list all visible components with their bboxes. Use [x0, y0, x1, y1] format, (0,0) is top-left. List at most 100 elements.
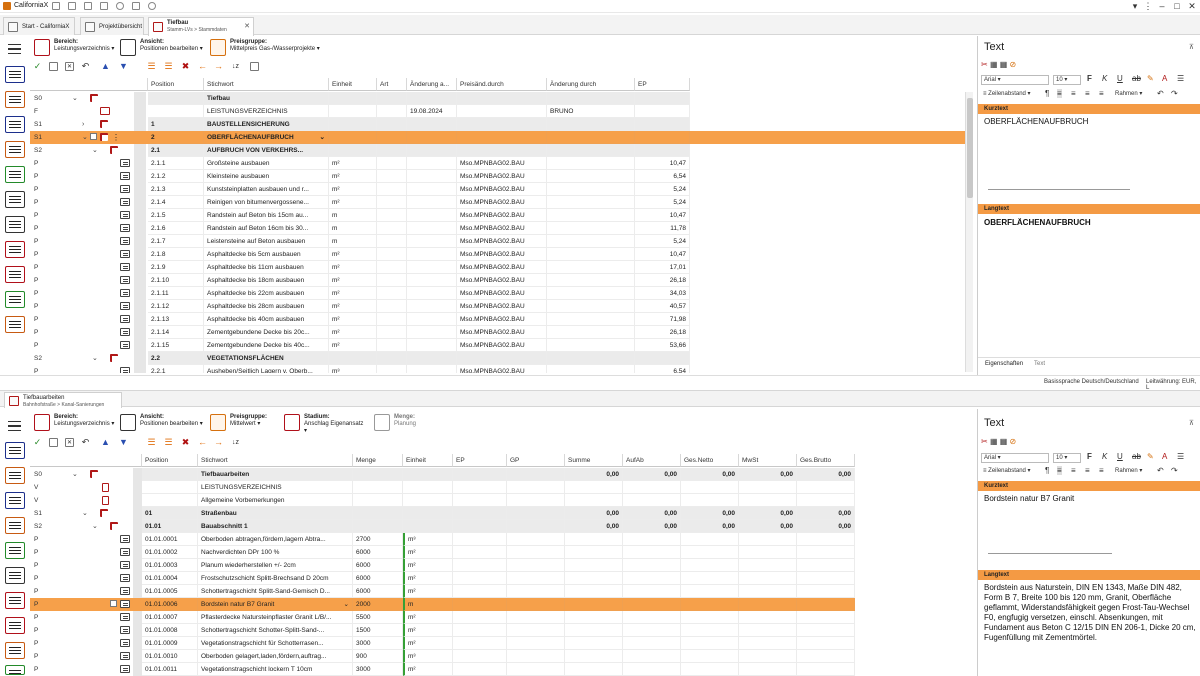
justify-icon[interactable]: ≡	[1099, 89, 1104, 98]
italic-icon[interactable]: K	[1102, 74, 1107, 83]
lv-icon[interactable]	[5, 66, 25, 83]
col-header[interactable]: Einheit	[403, 454, 453, 467]
cell-preis[interactable]	[457, 105, 547, 118]
cell-aenddurch[interactable]	[547, 92, 635, 105]
col-header[interactable]: Preisänd.durch	[457, 78, 547, 91]
cell-aend[interactable]	[407, 209, 457, 222]
bereich-selector[interactable]: Bereich: Leistungsverzeichnis ▾	[34, 414, 116, 432]
cell-aenddurch[interactable]	[547, 157, 635, 170]
table-row[interactable]: P 01.01.0009 Vegetationstragschicht für Sc…	[30, 637, 855, 650]
cell-aend[interactable]	[407, 222, 457, 235]
drag-handle-icon[interactable]: ⋮	[112, 131, 120, 144]
cell-mwst[interactable]	[739, 559, 797, 572]
cell-pos[interactable]: 01.01.0002	[142, 546, 198, 559]
cell-ep[interactable]	[635, 118, 690, 131]
cell-aenddurch[interactable]	[547, 248, 635, 261]
highlight-icon[interactable]: ✎	[1147, 74, 1154, 83]
table-row[interactable]: P 2.1.5 Randstein auf Beton bis 15cm au...…	[30, 209, 965, 222]
cell-summe[interactable]: 0,00	[565, 520, 623, 533]
table-row[interactable]: P 2.1.8 Asphaltdecke bis 5cm ausbauen m² Mso…	[30, 248, 965, 261]
cell-netto[interactable]: 0,00	[681, 468, 739, 481]
col-header[interactable]: EP	[453, 454, 507, 467]
cell-aenddurch[interactable]	[547, 183, 635, 196]
cell-ep[interactable]: 6,54	[635, 170, 690, 183]
check-icon[interactable]: ✓	[32, 437, 43, 448]
cell-aufab[interactable]	[623, 637, 681, 650]
indent-icon[interactable]: ☰	[146, 437, 157, 448]
cell-art[interactable]	[377, 157, 407, 170]
cell-ep[interactable]	[453, 663, 507, 676]
cell-netto[interactable]	[681, 650, 739, 663]
cell-aenddurch[interactable]	[547, 209, 635, 222]
cell-einheit[interactable]	[403, 507, 453, 520]
cell-aufab[interactable]: 0,00	[623, 520, 681, 533]
cell-mwst[interactable]	[739, 546, 797, 559]
tab-text[interactable]: Text	[1034, 361, 1045, 367]
import-icon[interactable]	[5, 467, 25, 484]
cell-gp[interactable]	[507, 520, 565, 533]
cell-pos[interactable]	[148, 92, 204, 105]
col-header[interactable]: Position	[148, 78, 204, 91]
cell-ep[interactable]	[635, 131, 690, 144]
cell-einheit[interactable]: m²	[329, 261, 377, 274]
table-icon[interactable]: ▦	[990, 437, 998, 446]
cell-netto[interactable]	[681, 637, 739, 650]
cell-einheit[interactable]: m²	[329, 274, 377, 287]
delete-rows-icon[interactable]: ✖	[180, 61, 191, 72]
cell-stich[interactable]: Schottertragschicht Splitt-Sand-Gemisch …	[198, 585, 353, 598]
cell-pos[interactable]: 2.1.6	[148, 222, 204, 235]
cell-aenddurch[interactable]	[547, 326, 635, 339]
col-header[interactable]: Änderung durch	[547, 78, 635, 91]
cell-brutto[interactable]: 0,00	[797, 468, 855, 481]
cell-einheit[interactable]	[403, 481, 453, 494]
cell-art[interactable]	[377, 183, 407, 196]
undo-icon[interactable]: ↶	[80, 61, 91, 72]
cell-netto[interactable]	[681, 663, 739, 676]
table-row[interactable]: P 2.1.11 Asphaltdecke bis 22cm ausbauen m² M…	[30, 287, 965, 300]
table-row[interactable]: P 01.01.0008 Schottertragschicht Schotter-…	[30, 624, 855, 637]
cell-pos[interactable]: 01.01.0007	[142, 611, 198, 624]
cell-ep[interactable]	[635, 352, 690, 365]
cell-einheit[interactable]	[329, 352, 377, 365]
col-header[interactable]: GP	[507, 454, 565, 467]
cell-stich[interactable]: Randstein auf Beton 16cm bis 30...	[204, 222, 329, 235]
table-row[interactable]: S0 ⌄ Tiefbau	[30, 92, 965, 105]
cell-preis[interactable]	[457, 92, 547, 105]
langtext-content[interactable]: OBERFLÄCHENAUFBRUCH	[984, 218, 1196, 228]
cell-aenddurch[interactable]	[547, 313, 635, 326]
langtext-content[interactable]: Bordstein aus Naturstein, DIN EN 1343, M…	[984, 583, 1196, 643]
cell-aend[interactable]	[407, 144, 457, 157]
minimize-button[interactable]: –	[1155, 0, 1169, 12]
delete-rows-icon[interactable]: ✖	[180, 437, 191, 448]
price-icon[interactable]	[5, 517, 25, 534]
cell-summe[interactable]	[565, 637, 623, 650]
cell-brutto[interactable]: 0,00	[797, 507, 855, 520]
cell-brutto[interactable]	[797, 533, 855, 546]
scroll-thumb[interactable]	[967, 98, 973, 198]
outdent-icon[interactable]: ☰	[163, 61, 174, 72]
cell-art[interactable]	[377, 326, 407, 339]
cell-netto[interactable]	[681, 559, 739, 572]
table-row[interactable]: P 2.1.4 Reinigen von bitumenvergossene... m…	[30, 196, 965, 209]
cell-preis[interactable]: Mso.MPNBAG02.BAU	[457, 209, 547, 222]
cell-einheit[interactable]: m²	[329, 287, 377, 300]
cell-ep[interactable]	[453, 572, 507, 585]
cell-ep[interactable]	[453, 611, 507, 624]
cell-preis[interactable]	[457, 352, 547, 365]
cell-einheit[interactable]: m²	[329, 157, 377, 170]
cell-gp[interactable]	[507, 468, 565, 481]
col-header[interactable]: Änderung a...	[407, 78, 457, 91]
cell-aenddurch[interactable]	[547, 287, 635, 300]
cell-stich[interactable]: Ausheben/Seitlich Lagern v. Oberb...	[204, 365, 329, 373]
cell-einheit[interactable]: m²	[329, 339, 377, 352]
cell-summe[interactable]	[565, 559, 623, 572]
cell-pos[interactable]: 01.01.0011	[142, 663, 198, 676]
cell-netto[interactable]	[681, 546, 739, 559]
cell-einheit[interactable]	[329, 144, 377, 157]
col-header[interactable]: AufAb	[623, 454, 681, 467]
sort-icon[interactable]: ↓z	[230, 61, 241, 72]
cell-summe[interactable]	[565, 650, 623, 663]
cell-brutto[interactable]	[797, 598, 855, 611]
cell-menge[interactable]: 3000	[353, 637, 403, 650]
cell-preis[interactable]: Mso.MPNBAG02.BAU	[457, 157, 547, 170]
